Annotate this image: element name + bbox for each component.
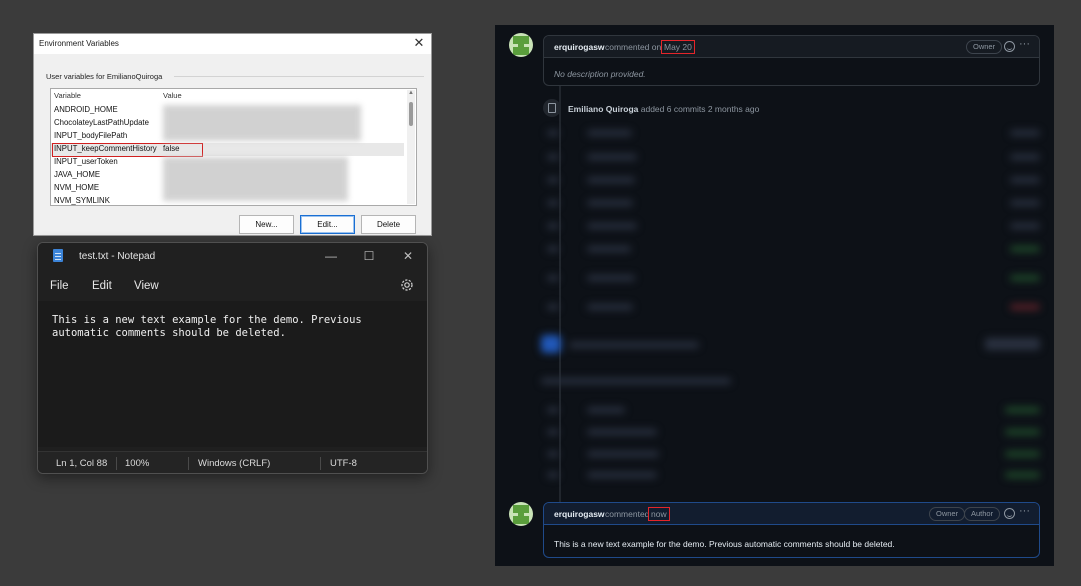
- redacted-values: [163, 157, 348, 201]
- comment-header: erquirogasw commented now Owner Author ·…: [544, 503, 1039, 525]
- comment-header: erquirogasw commented on May 20 Owner ··…: [544, 36, 1039, 58]
- avatar[interactable]: [509, 33, 533, 57]
- window-title: test.txt - Notepad: [79, 251, 156, 262]
- vertical-scrollbar[interactable]: ▲: [407, 90, 415, 204]
- variable-name: NVM_SYMLINK: [54, 196, 110, 205]
- comment-body: No description provided.: [554, 69, 646, 79]
- dialog-titlebar: Environment Variables ✕: [34, 34, 431, 54]
- smiley-icon[interactable]: [1004, 41, 1015, 52]
- new-button[interactable]: New...: [239, 215, 294, 234]
- comment-card: erquirogasw commented on May 20 Owner ··…: [543, 35, 1040, 86]
- comment-author[interactable]: erquirogasw: [554, 509, 605, 519]
- menu-bar: File Edit View: [38, 269, 427, 301]
- owner-badge: Owner: [929, 507, 966, 521]
- list-item-selected[interactable]: INPUT_keepCommentHistory false: [51, 143, 404, 157]
- menu-edit[interactable]: Edit: [92, 280, 112, 292]
- smiley-icon[interactable]: [1004, 508, 1015, 519]
- notepad-window: test.txt - Notepad — ☐ ✕ File Edit View …: [37, 242, 428, 474]
- user-variables-list[interactable]: Variable Value ANDROID_HOME ChocolateyLa…: [50, 88, 417, 206]
- status-divider: [188, 457, 189, 470]
- group-divider: [174, 76, 424, 77]
- status-bar: Ln 1, Col 88 100% Windows (CRLF) UTF-8: [38, 451, 427, 473]
- comment-action: commented on: [605, 42, 662, 52]
- more-options-icon[interactable]: ···: [1019, 38, 1030, 50]
- comment-author[interactable]: erquirogasw: [554, 42, 605, 52]
- avatar[interactable]: [509, 502, 533, 526]
- comment-timestamp[interactable]: May 20: [661, 40, 695, 54]
- scroll-up-icon[interactable]: ▲: [408, 90, 414, 96]
- github-pr-timeline: erquirogasw commented on May 20 Owner ··…: [495, 25, 1054, 566]
- notepad-titlebar: test.txt - Notepad — ☐ ✕: [38, 243, 427, 269]
- more-options-icon[interactable]: ···: [1019, 505, 1030, 517]
- environment-variables-dialog: Environment Variables ✕ User variables f…: [33, 33, 432, 236]
- minimize-icon[interactable]: —: [321, 246, 341, 266]
- redacted-values: [163, 105, 361, 141]
- menu-file[interactable]: File: [50, 280, 69, 292]
- comment-body: This is a new text example for the demo.…: [554, 539, 895, 549]
- delete-button[interactable]: Delete: [361, 215, 416, 234]
- status-divider: [116, 457, 117, 470]
- cursor-position: Ln 1, Col 88: [56, 458, 108, 469]
- comment-action: commented: [605, 509, 650, 519]
- comment-card-latest: erquirogasw commented now Owner Author ·…: [543, 502, 1040, 558]
- owner-badge: Owner: [966, 40, 1003, 54]
- status-divider: [320, 457, 321, 470]
- gear-icon[interactable]: [399, 277, 415, 293]
- commit-icon: [543, 99, 561, 117]
- encoding[interactable]: UTF-8: [330, 458, 357, 469]
- zoom-level[interactable]: 100%: [125, 458, 149, 469]
- edit-button[interactable]: Edit...: [300, 215, 355, 234]
- maximize-icon[interactable]: ☐: [359, 246, 379, 266]
- variable-name: INPUT_userToken: [54, 157, 118, 166]
- text-editor-area[interactable]: This is a new text example for the demo.…: [38, 301, 427, 447]
- variable-name: NVM_HOME: [54, 183, 100, 192]
- close-icon[interactable]: ✕: [398, 246, 418, 266]
- author-badge: Author: [964, 507, 1001, 521]
- dialog-title: Environment Variables: [39, 39, 119, 48]
- commit-event-text: added 6 commits 2 months ago: [640, 104, 760, 114]
- annotation-highlight-box: [52, 143, 203, 157]
- line-ending[interactable]: Windows (CRLF): [198, 458, 270, 469]
- column-header-variable[interactable]: Variable: [54, 91, 81, 100]
- notepad-icon: [53, 249, 63, 262]
- variable-name: INPUT_bodyFilePath: [54, 131, 128, 140]
- variable-name: JAVA_HOME: [54, 170, 101, 179]
- commit-actor[interactable]: Emiliano Quiroga: [568, 104, 638, 114]
- variable-name: ChocolateyLastPathUpdate: [54, 118, 149, 127]
- editor-content[interactable]: This is a new text example for the demo.…: [52, 314, 402, 340]
- menu-view[interactable]: View: [134, 280, 159, 292]
- close-icon[interactable]: ✕: [411, 35, 427, 51]
- scrollbar-thumb[interactable]: [408, 102, 413, 126]
- variable-name: ANDROID_HOME: [54, 105, 118, 114]
- comment-timestamp[interactable]: now: [648, 507, 670, 521]
- redacted-timeline: [535, 120, 1045, 490]
- column-header-value[interactable]: Value: [163, 91, 182, 100]
- commit-event: Emiliano Quiroga added 6 commits 2 month…: [568, 104, 759, 114]
- user-variables-group-label: User variables for EmilianoQuiroga: [46, 72, 163, 81]
